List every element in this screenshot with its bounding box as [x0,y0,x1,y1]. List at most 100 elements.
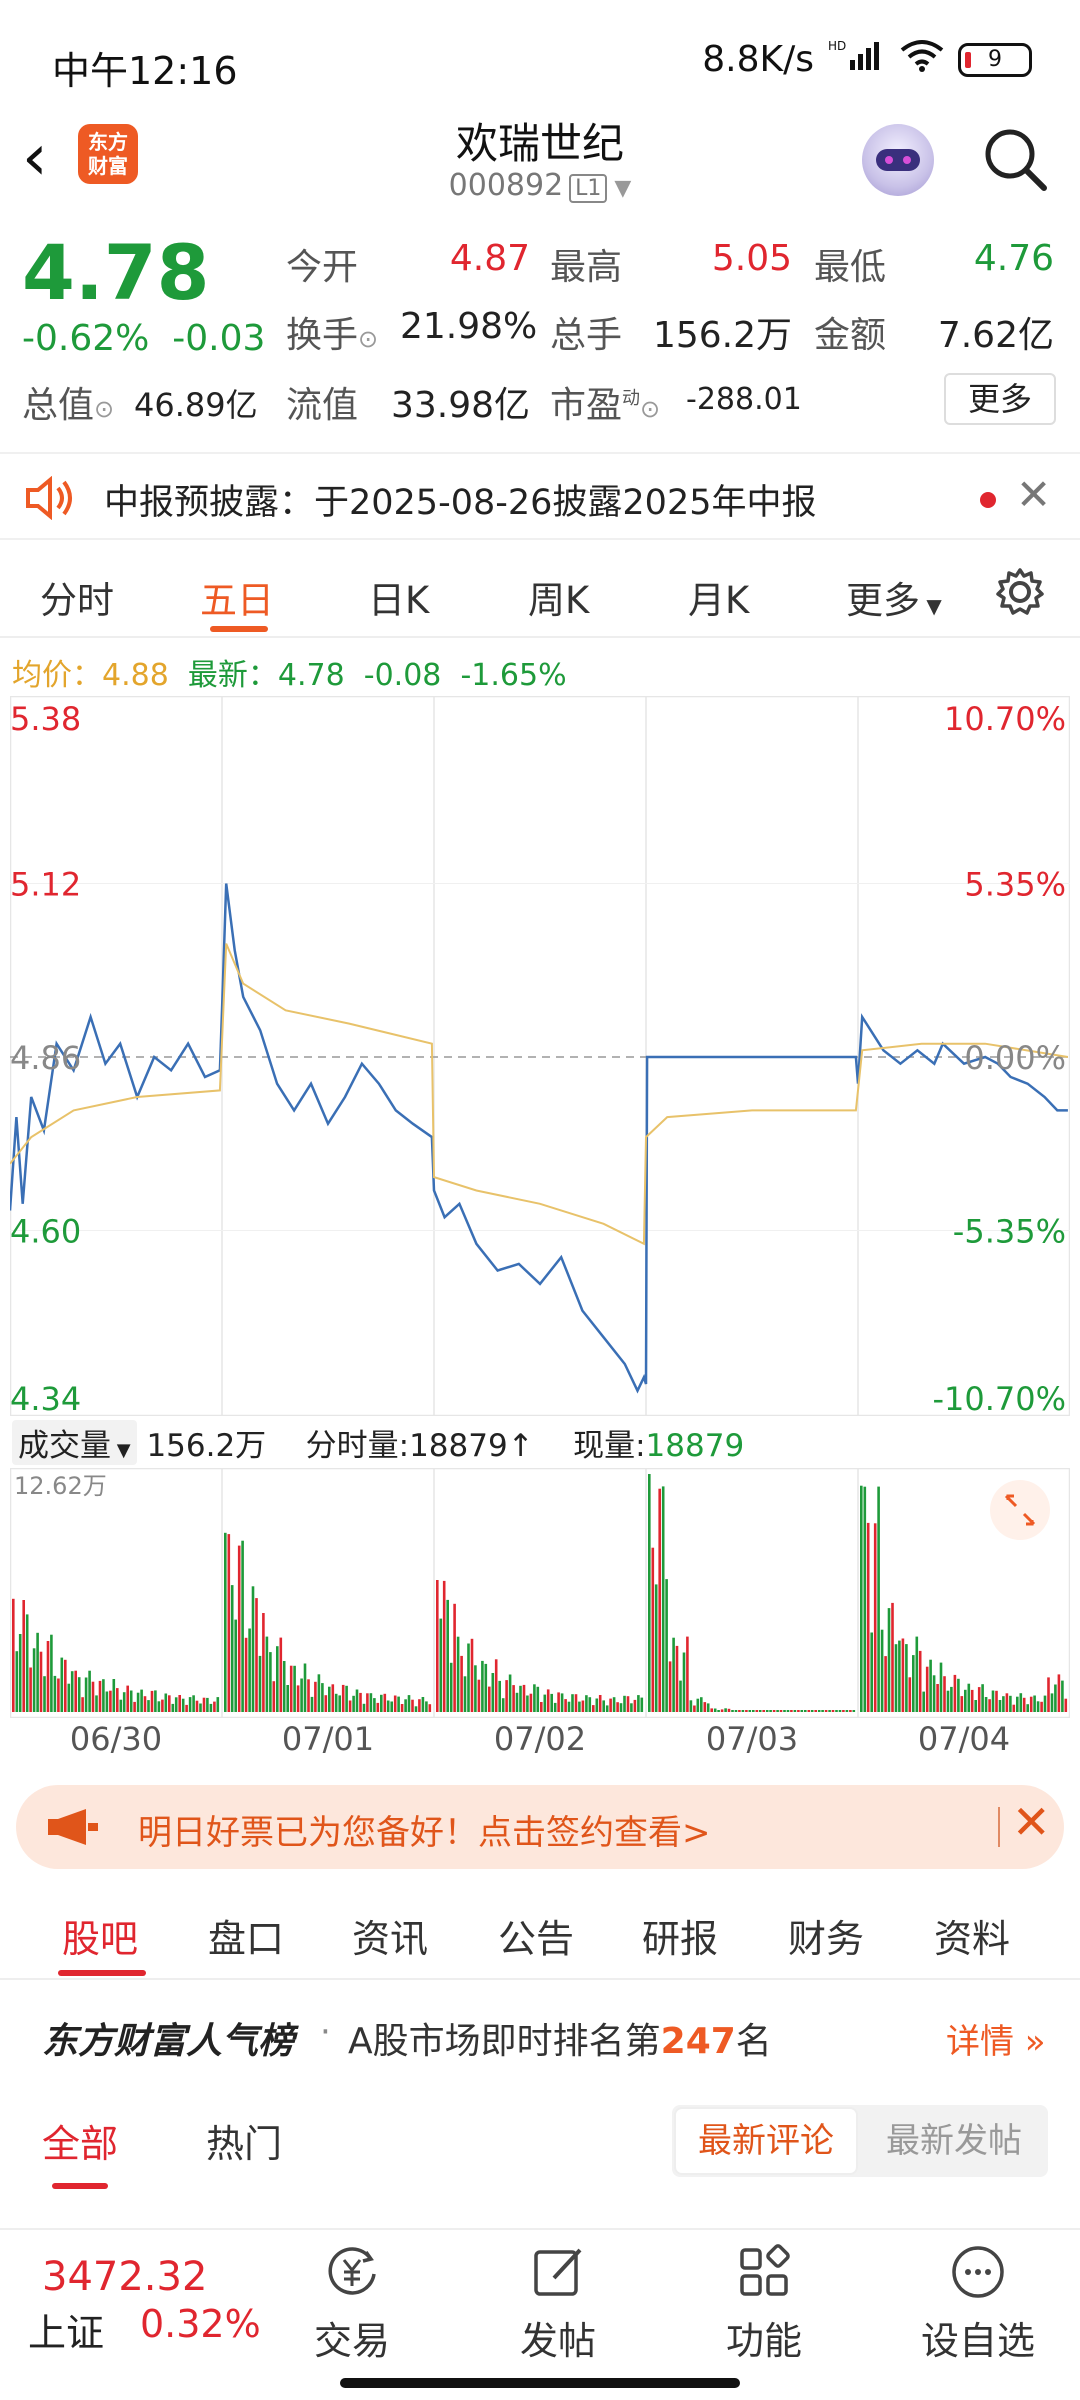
more-button[interactable]: 更多 [944,373,1056,425]
tab-fenshi[interactable]: 分时 [40,570,114,624]
volume-bar [321,1683,324,1712]
volume-bar [936,1684,939,1712]
tick-volume-label: 分时量: [305,1428,410,1464]
volume-bar [244,1637,248,1712]
tab-pankou[interactable]: 盘口 [208,1908,284,1963]
y-tick-right: 10.70% [944,700,1066,738]
volume-bar [1040,1701,1043,1712]
popularity-rank-row[interactable]: 东方财富人气榜 · A股市场即时排名第247名 详情 » [0,1992,1080,2072]
tab-day-k[interactable]: 日K [368,570,429,624]
sort-latest-posts[interactable]: 最新发帖 [862,2107,1046,2175]
volume-bar [314,1681,317,1712]
nav-add-watchlist[interactable]: 设自选 [908,2236,1048,2366]
volume-bar [192,1695,195,1712]
nav-trade[interactable]: 交易 [282,2236,422,2366]
close-icon[interactable]: ✕ [1016,470,1051,519]
volume-bar [619,1703,623,1712]
volume-bar [341,1684,345,1712]
volume-bar [355,1689,359,1712]
nav-label: 设自选 [920,2319,1035,2363]
volume-bar [810,1710,814,1712]
promo-banner[interactable]: 明日好票已为您备好！点击签约查看> ✕ [16,1785,1064,1869]
volume-bar [1016,1696,1019,1712]
sort-latest-comments[interactable]: 最新评论 [674,2107,858,2175]
volume-bar [91,1681,95,1712]
volume-bar [734,1710,738,1712]
nav-functions[interactable]: 功能 [694,2236,834,2366]
volume-bar [331,1684,335,1712]
volume-bar [797,1710,800,1712]
avg-price-line [9,943,1069,1246]
volume-bar [835,1710,838,1712]
search-icon[interactable] [980,124,1050,194]
volume-bar [421,1697,425,1712]
volume-bar [689,1700,693,1712]
expand-icon[interactable] [990,1480,1050,1540]
date-label: 06/30 [69,1720,163,1758]
price-summary-line: 均价：4.88 最新：4.78 -0.08 -1.65% [12,650,567,694]
volume-bar [522,1684,526,1712]
settings-gear-icon[interactable] [994,566,1046,622]
volume-bar [762,1710,765,1712]
amount-label: 金额 [814,315,887,356]
tab-more[interactable]: 更多 ▼ [846,570,942,624]
volume-bar [998,1700,1002,1712]
notice-bar[interactable]: 中报预披露：于2025-08-26披露2025年中报 ✕ [0,452,1080,540]
volume-bar [439,1618,443,1712]
assistant-robot-icon[interactable] [862,124,934,196]
volume-max-label: 12.62万 [14,1472,107,1500]
volume-bar [293,1665,296,1712]
tab-financials[interactable]: 财务 [788,1908,864,1963]
five-day-price-chart[interactable]: 5.38 10.70% 5.12 5.35% 4.86 0.00% 4.60 -5.35% 4.… [8,695,1071,1418]
volume-bar [675,1645,679,1712]
volume-bar [390,1701,393,1712]
volume-bar [612,1697,616,1712]
volume-indicator-select[interactable]: 成交量 ▼ [12,1420,137,1465]
y-tick-left: 4.34 [10,1380,81,1416]
volume-bar [74,1670,77,1712]
volume-bar [418,1699,421,1712]
tab-month-k[interactable]: 月K [688,570,749,624]
tab-guba[interactable]: 股吧 [62,1908,138,1963]
volume-label: 总手 [550,315,623,356]
open-value: 4.87 [449,238,530,279]
volume-bar [289,1665,293,1712]
tab-week-k[interactable]: 周K [528,570,589,624]
index-value[interactable]: 3472.32 [42,2254,207,2300]
tab-research[interactable]: 研报 [642,1908,718,1963]
speaker-icon [26,476,72,520]
volume-bar [880,1629,884,1712]
detail-link[interactable]: 详情 » [946,2014,1046,2063]
volume-bar [640,1697,644,1712]
tab-all[interactable]: 全部 [42,2113,118,2168]
notice-text: 中报预披露：于2025-08-26披露2025年中报 [104,483,817,523]
index-pct[interactable]: 0.32% [140,2302,261,2346]
tab-profile[interactable]: 资料 [934,1908,1010,1963]
pe-value: -288.01 [686,382,802,417]
nav-post[interactable]: 发帖 [488,2236,628,2366]
volume-bar [512,1685,515,1712]
tab-five-day[interactable]: 五日 [200,570,274,624]
volume-chart[interactable]: 12.62万 [9,1467,1071,1719]
volume-bar [84,1677,88,1712]
volume-bar [1033,1695,1036,1712]
close-icon[interactable]: ✕ [1012,1795,1051,1849]
volume-bar [161,1699,164,1712]
volume-bar [157,1701,161,1712]
volume-bar [456,1636,460,1712]
tab-news[interactable]: 资讯 [352,1908,428,1963]
volume-bar [404,1699,407,1712]
y-tick-left: 4.60 [10,1213,81,1251]
tab-announcements[interactable]: 公告 [498,1908,574,1963]
home-indicator[interactable] [340,2378,740,2388]
volume-bar [129,1690,133,1712]
volume-bar [348,1700,352,1712]
tab-hot[interactable]: 热门 [206,2113,282,2168]
volume-bar [696,1698,700,1712]
volume-bar [1043,1695,1047,1712]
volume-bar [752,1710,755,1712]
volume-bar [15,1651,19,1712]
volume-bar [915,1636,919,1712]
index-name[interactable]: 上证 [28,2302,104,2357]
network-speed: 8.8K/s [702,39,814,80]
